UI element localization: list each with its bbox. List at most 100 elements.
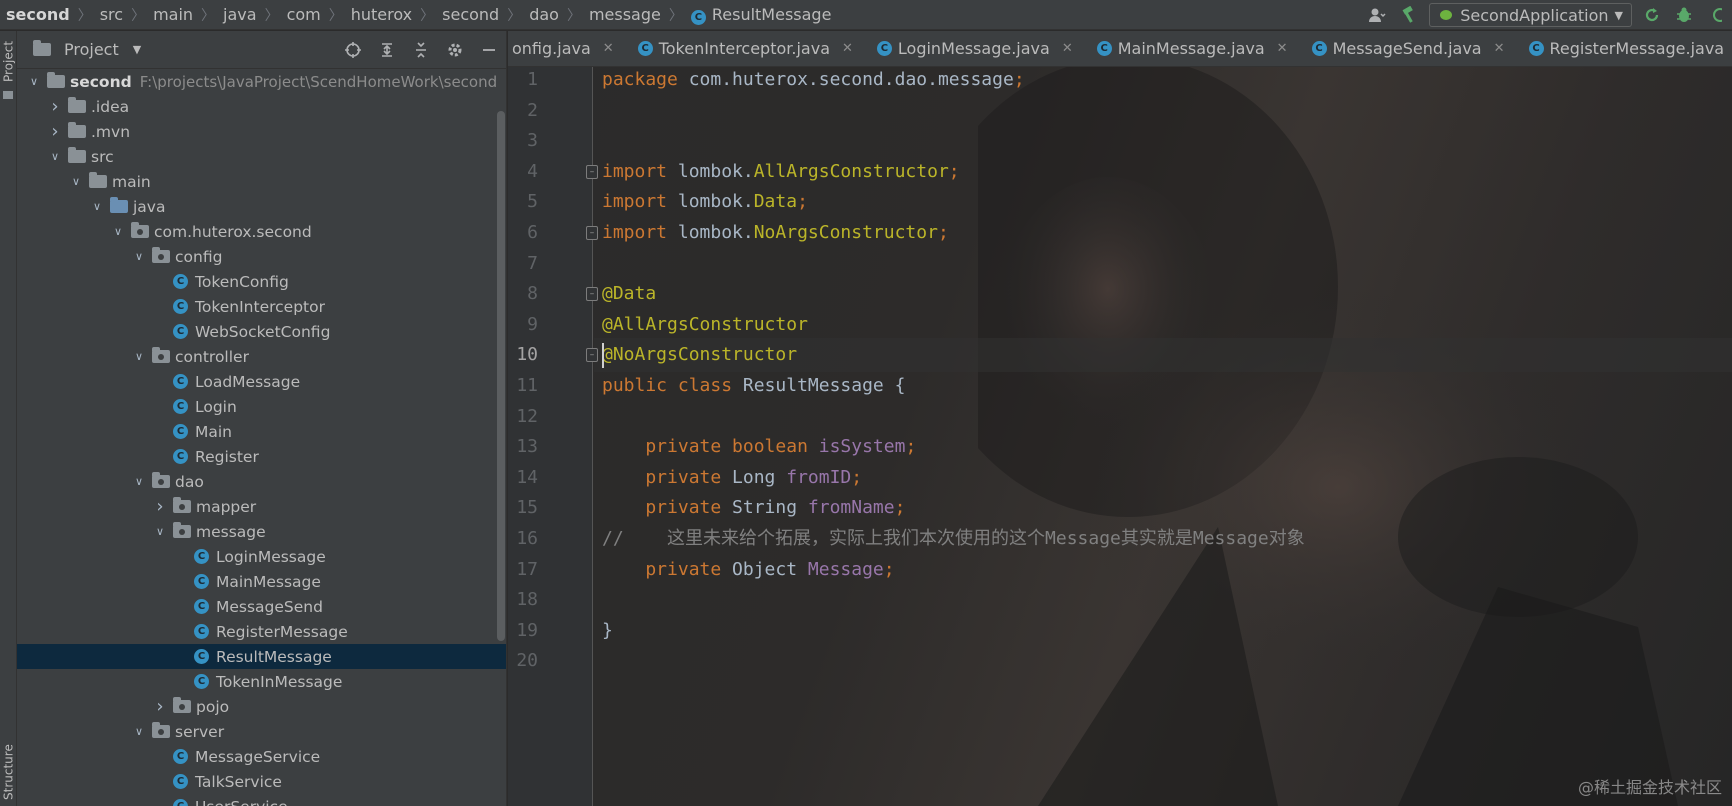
tree-item-tokeninterceptor[interactable]: ›CTokenInterceptor [17,294,506,319]
tree-item--idea[interactable]: › .idea [17,94,506,119]
run-configuration-select[interactable]: SecondApplication ▼ [1429,3,1632,27]
editor-tab[interactable]: C MainMessage.java ✕ [1085,31,1300,66]
editor-tab[interactable]: C TokenInterceptor.java ✕ [626,31,865,66]
tree-item-controller[interactable]: ∨ controller [17,344,506,369]
tree-item-com-huterox-second[interactable]: ∨ com.huterox.second [17,219,506,244]
tree-item--mvn[interactable]: › .mvn [17,119,506,144]
tree-item-tokenconfig[interactable]: ›CTokenConfig [17,269,506,294]
fold-marker-icon[interactable]: – [586,164,598,179]
code-token: @NoArgsConstructor [602,344,798,366]
tree-item-java[interactable]: ∨ java [17,194,506,219]
tree-item-register[interactable]: ›CRegister [17,444,506,469]
tree-item-message[interactable]: ∨ message [17,519,506,544]
tree-item-main[interactable]: ›CMain [17,419,506,444]
breadcrumb-item[interactable]: C ResultMessage [690,5,831,25]
tree-item-server[interactable]: ∨ server [17,719,506,744]
code-token: Object [732,558,808,580]
close-icon[interactable]: ✕ [842,41,853,56]
tree-item-second[interactable]: ∨ second F:\projects\JavaProject\ScendHome… [17,69,506,94]
tree-item-loginmessage[interactable]: ›CLoginMessage [17,544,506,569]
chevron-down-icon[interactable]: ▼ [133,43,141,56]
breadcrumb-item[interactable]: java [223,5,257,24]
tree-item-pojo[interactable]: › pojo [17,694,506,719]
breadcrumb-item[interactable]: main [153,5,193,24]
chevron-down-icon[interactable]: ∨ [48,150,62,163]
tree-item-config[interactable]: ∨ config [17,244,506,269]
chevron-down-icon[interactable]: ∨ [132,725,146,738]
coverage-icon[interactable] [1704,4,1728,26]
locate-icon[interactable] [342,39,364,61]
project-tree-scrollbar[interactable] [497,111,505,641]
tree-item-messagesend[interactable]: ›CMessageSend [17,594,506,619]
watermark: @稀土掘金技术社区 [1577,778,1722,797]
chevron-right-icon[interactable]: › [153,696,167,717]
gear-icon[interactable] [444,39,466,61]
tree-item-messageservice[interactable]: ›CMessageService [17,744,506,769]
tree-item-talkservice[interactable]: ›CTalkService [17,769,506,794]
code-editor[interactable]: 1 2 3 4 5 6 7 8 9 10 11 12 13 14 15 16 17 18 19 20 package … [508,67,1732,806]
class-icon: C [173,274,188,289]
editor-tab[interactable]: C MessageSend.java ✕ [1300,31,1517,66]
hammer-icon[interactable] [1397,4,1421,26]
chevron-down-icon[interactable]: ∨ [132,250,146,263]
close-icon[interactable]: ✕ [1277,41,1288,56]
tree-item-mainmessage[interactable]: ›CMainMessage [17,569,506,594]
tree-item-login[interactable]: ›CLogin [17,394,506,419]
tree-item-mapper[interactable]: › mapper [17,494,506,519]
package-icon [173,522,191,538]
close-icon[interactable]: ✕ [1494,41,1505,56]
breadcrumb-item[interactable]: second [6,5,70,24]
tree-item-userservice[interactable]: ›CUserService [17,794,506,806]
code-token: import [602,160,678,182]
class-icon: C [194,674,209,689]
chevron-down-icon[interactable]: ∨ [111,225,125,238]
chevron-down-icon[interactable]: ∨ [132,350,146,363]
fold-marker-icon[interactable]: – [586,287,598,302]
breadcrumb-item[interactable]: huterox [351,5,412,24]
package-icon [131,222,149,238]
breadcrumb-item[interactable]: second [442,5,499,24]
tool-tab-project[interactable]: Project [0,35,17,87]
editor-tab[interactable]: onfig.java ✕ [508,31,626,66]
chevron-right-icon[interactable]: › [153,496,167,517]
code-token: @Data [602,283,657,305]
chevron-down-icon[interactable]: ∨ [69,175,83,188]
editor-tab[interactable]: C LoginMessage.java ✕ [865,31,1085,66]
chevron-down-icon[interactable]: ∨ [27,75,41,88]
chevron-right-icon[interactable]: › [48,121,62,142]
editor-tab[interactable]: CRegisterMessage.java✕ [1517,31,1732,66]
close-icon[interactable]: ✕ [1062,41,1073,56]
expand-all-icon[interactable] [376,39,398,61]
tree-item-tokeninmessage[interactable]: ›CTokenInMessage [17,669,506,694]
breadcrumb-item[interactable]: com [287,5,321,24]
collapse-all-icon[interactable] [410,39,432,61]
chevron-right-icon[interactable]: › [48,96,62,117]
line-number-gutter[interactable]: 1 2 3 4 5 6 7 8 9 10 11 12 13 14 15 16 17 18 19 20 [508,67,593,806]
tree-item-main[interactable]: ∨ main [17,169,506,194]
tree-item-websocketconfig[interactable]: ›CWebSocketConfig [17,319,506,344]
tool-tab-structure[interactable]: Structure [0,741,17,803]
tree-item-resultmessage[interactable]: ›CResultMessage [17,644,506,669]
class-icon: C [173,749,188,764]
folder-icon [89,172,107,188]
chevron-down-icon[interactable]: ∨ [153,525,167,538]
breadcrumb-item[interactable]: src [100,5,123,24]
rerun-icon[interactable] [1640,4,1664,26]
debug-icon[interactable] [1672,4,1696,26]
tree-item-src[interactable]: ∨ src [17,144,506,169]
tree-item-dao[interactable]: ∨ dao [17,469,506,494]
folder-icon [68,122,86,138]
chevron-down-icon[interactable]: ∨ [132,475,146,488]
fold-marker-icon[interactable]: – [586,226,598,240]
tree-item-loadmessage[interactable]: ›CLoadMessage [17,369,506,394]
code-token: ; [894,497,906,519]
close-icon[interactable]: ✕ [603,41,614,56]
hide-panel-icon[interactable] [478,39,500,61]
breadcrumb-item[interactable]: message [589,5,661,24]
fold-marker-icon[interactable]: – [586,348,598,363]
user-icon[interactable] [1365,4,1389,26]
project-view-select[interactable]: Project [64,40,119,59]
chevron-down-icon[interactable]: ∨ [90,200,104,213]
tree-item-registermessage[interactable]: ›CRegisterMessage [17,619,506,644]
breadcrumb-item[interactable]: dao [529,5,559,24]
